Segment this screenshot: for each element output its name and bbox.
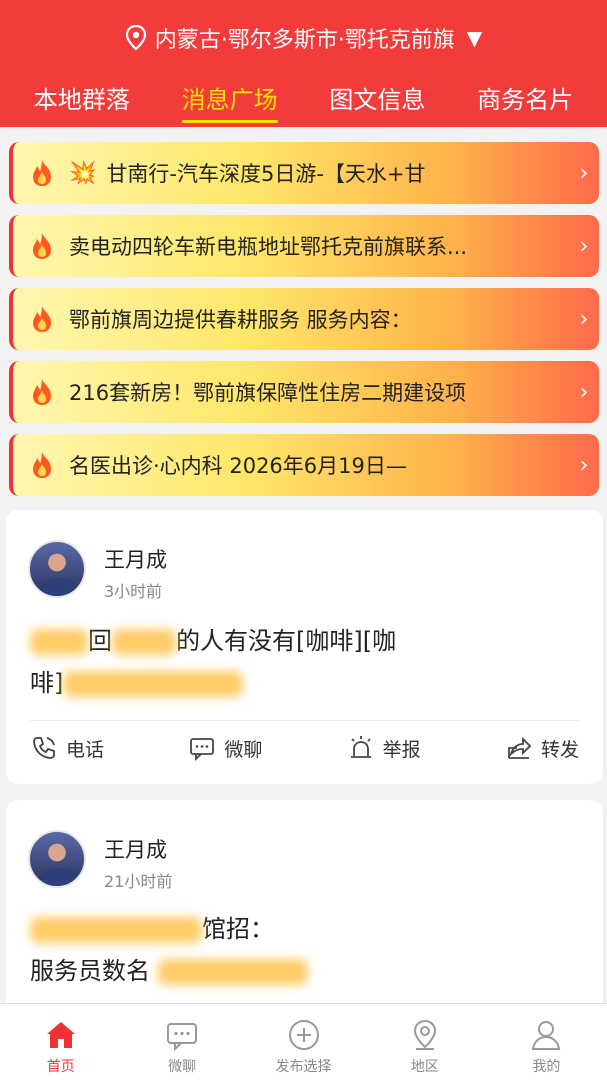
top-tabs: 本地群落 消息广场 图文信息 商务名片 <box>0 80 607 125</box>
post-time: 3小时前 <box>104 582 163 601</box>
post-content[interactable]: 馆招： 服务员数名 <box>30 908 579 992</box>
post-text: 的人有没有[咖啡][咖 <box>176 627 397 655</box>
author-name[interactable]: 王月成 <box>104 834 167 864</box>
news-text: 名医出诊·心内科 2026年6月19日— <box>69 454 407 478</box>
post-actions: 电话 微聊 举报 转发 <box>6 734 603 762</box>
tabbar-mine[interactable]: 我的 <box>486 1004 607 1080</box>
news-item[interactable]: 216套新房！鄂前旗保障性住房二期建设项 › <box>9 361 599 423</box>
news-text: 鄂前旗周边提供春耕服务 服务内容： <box>69 308 412 332</box>
post-line: 回 的人有没有[咖啡][咖 <box>30 620 579 662</box>
post-text: 馆招： <box>202 915 274 943</box>
top-header: 内蒙古·鄂尔多斯市·鄂托克前旗 ▼ 本地群落 消息广场 图文信息 商务名片 <box>0 0 607 127</box>
user-icon <box>532 1021 561 1050</box>
share-label: 转发 <box>540 738 579 761</box>
report-button[interactable]: 举报 <box>347 734 421 762</box>
chat-button[interactable]: 微聊 <box>188 734 262 762</box>
post-time: 21小时前 <box>104 872 173 891</box>
avatar[interactable] <box>28 830 86 888</box>
news-item[interactable]: 名医出诊·心内科 2026年6月19日— › <box>9 434 599 496</box>
tab-message-square[interactable]: 消息广场 <box>181 80 278 125</box>
share-button[interactable]: 转发 <box>505 734 579 762</box>
tabbar-label: 微聊 <box>168 1059 197 1075</box>
redacted-text <box>112 629 176 655</box>
chat-icon <box>167 1023 198 1052</box>
flame-icon <box>33 233 51 259</box>
flame-icon <box>33 379 51 405</box>
bottom-tab-bar: 首页 微聊 发布选择 地区 我的 <box>0 1003 607 1080</box>
news-item[interactable]: 💥 甘南行-汽车深度5日游-【天水+甘 › <box>9 142 599 204</box>
news-item[interactable]: 卖电动四轮车新电瓶地址鄂托克前旗联系... › <box>9 215 599 277</box>
post-card[interactable]: 王月成 3小时前 回 的人有没有[咖啡][咖 啡] 电话 微聊 举报 转发 <box>6 510 603 784</box>
post-text: 服务员数名 <box>30 957 150 985</box>
location-selector[interactable]: 内蒙古·鄂尔多斯市·鄂托克前旗 ▼ <box>0 22 607 54</box>
redacted-phone <box>63 671 244 697</box>
tab-image-text-info[interactable]: 图文信息 <box>329 80 425 125</box>
phone-icon <box>33 737 55 759</box>
post-content[interactable]: 回 的人有没有[咖啡][咖 啡] <box>30 620 579 704</box>
redacted-phone <box>157 959 308 985</box>
report-label: 举报 <box>382 738 421 761</box>
chevron-right-icon: › <box>579 233 589 259</box>
location-text: 内蒙古·鄂尔多斯市·鄂托克前旗 <box>154 28 455 53</box>
news-text: 216套新房！鄂前旗保障性住房二期建设项 <box>69 381 467 405</box>
tabbar-publish[interactable]: 发布选择 <box>243 1004 364 1080</box>
tab-local-groups[interactable]: 本地群落 <box>34 80 130 125</box>
flame-icon <box>33 306 51 332</box>
dropdown-arrow-icon: ▼ <box>466 26 483 50</box>
tab-business-cards[interactable]: 商务名片 <box>477 80 573 125</box>
plus-circle-icon <box>288 1020 319 1050</box>
post-line: 馆招： <box>30 908 579 950</box>
tabbar-region[interactable]: 地区 <box>364 1004 485 1080</box>
author-name[interactable]: 王月成 <box>104 544 167 574</box>
tabbar-label: 我的 <box>532 1059 561 1075</box>
news-text: 卖电动四轮车新电瓶地址鄂托克前旗联系... <box>69 235 468 259</box>
home-icon <box>46 1022 75 1048</box>
tabbar-label: 地区 <box>410 1059 439 1075</box>
redacted-text <box>30 917 202 943</box>
redacted-text <box>30 629 88 655</box>
tabbar-chat[interactable]: 微聊 <box>121 1004 242 1080</box>
chevron-right-icon: › <box>579 306 589 332</box>
chat-label: 微聊 <box>224 738 263 761</box>
tabbar-home[interactable]: 首页 <box>0 1004 121 1080</box>
flame-icon <box>33 160 51 186</box>
phone-label: 电话 <box>66 738 105 761</box>
news-text: 甘南行-汽车深度5日游-【天水+甘 <box>106 162 426 186</box>
post-line: 服务员数名 <box>30 950 579 992</box>
post-line: 啡] <box>30 662 579 704</box>
flame-icon <box>33 452 51 478</box>
chevron-right-icon: › <box>579 379 589 405</box>
news-item[interactable]: 鄂前旗周边提供春耕服务 服务内容： › <box>9 288 599 350</box>
alarm-icon <box>350 736 371 758</box>
chevron-right-icon: › <box>579 160 589 186</box>
chat-icon <box>190 738 215 762</box>
post-text: 回 <box>88 627 112 655</box>
explosion-icon: 💥 <box>69 160 97 186</box>
divider <box>30 720 579 721</box>
location-icon <box>413 1019 436 1050</box>
post-card[interactable]: 王月成 21小时前 馆招： 服务员数名 <box>6 800 603 1003</box>
chevron-right-icon: › <box>579 452 589 478</box>
tabbar-label: 首页 <box>46 1059 75 1075</box>
avatar[interactable] <box>28 540 86 598</box>
phone-button[interactable]: 电话 <box>30 734 104 762</box>
share-icon <box>508 736 532 759</box>
location-pin-icon <box>125 25 146 51</box>
post-text: 啡] <box>30 669 64 697</box>
tabbar-label: 发布选择 <box>275 1059 332 1075</box>
